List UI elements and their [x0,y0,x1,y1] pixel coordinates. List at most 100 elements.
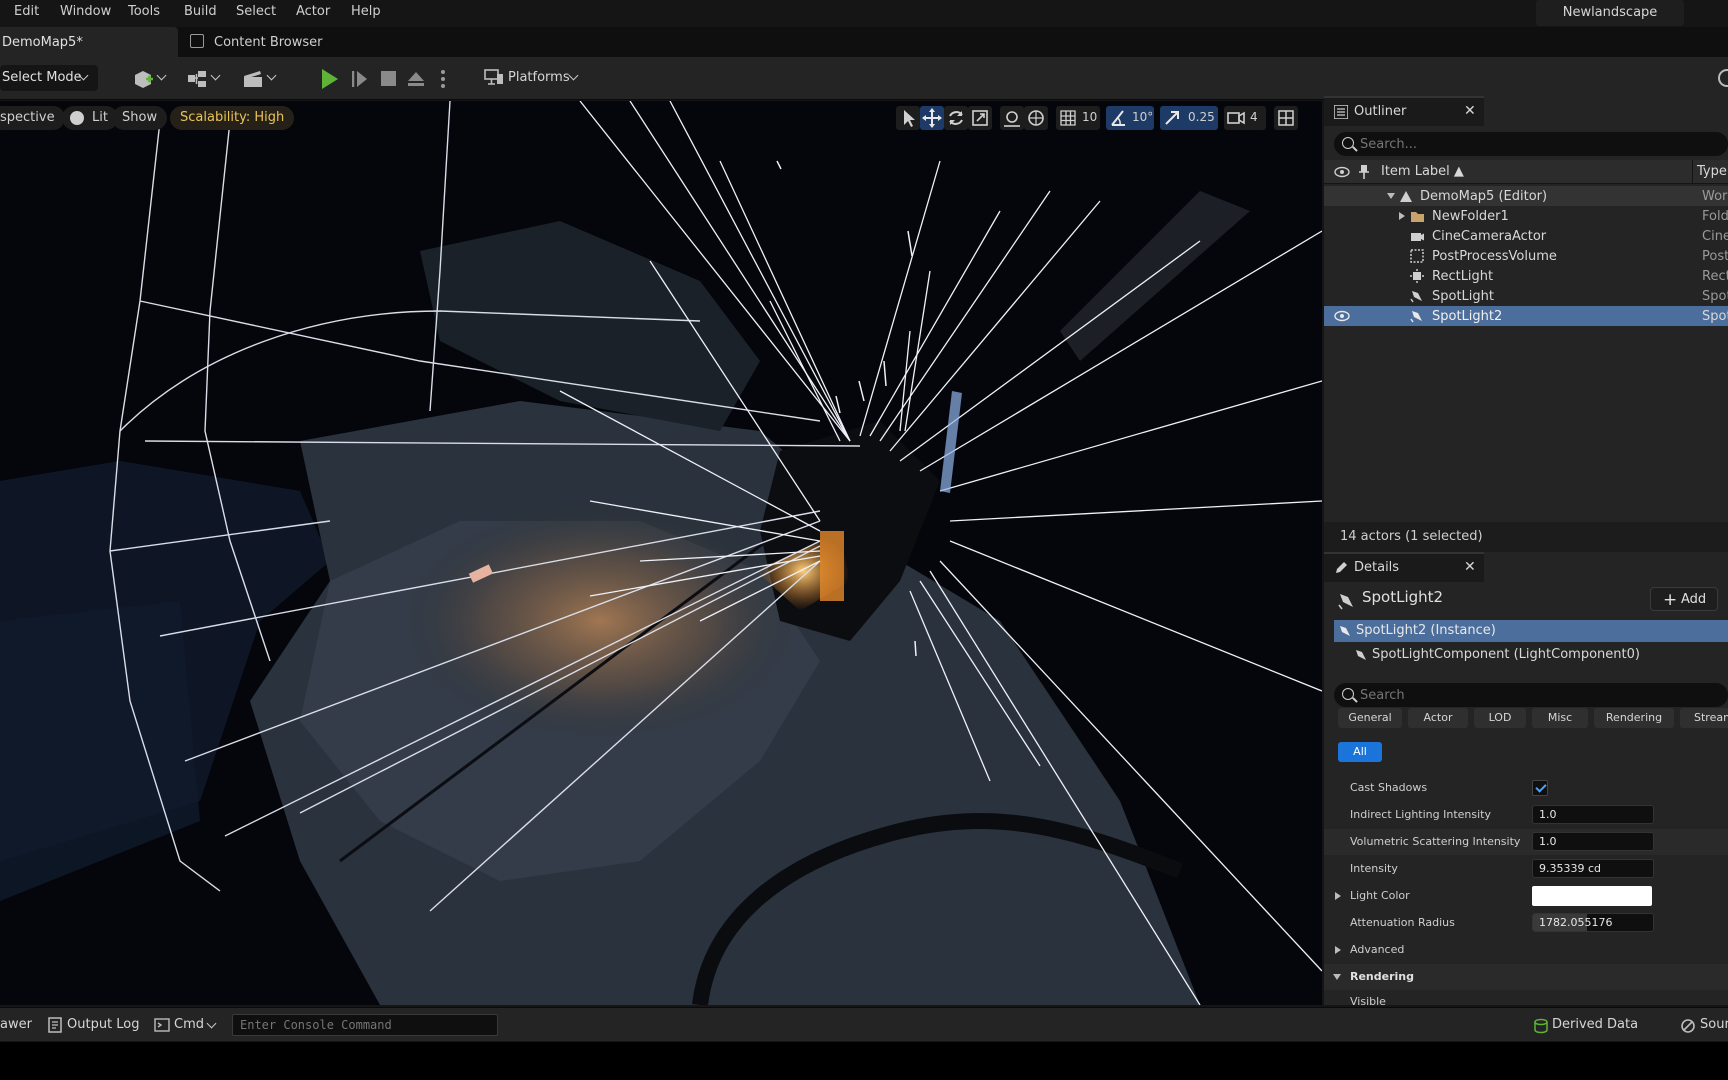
outliner-row-rectlight[interactable]: RectLight RectLight [1324,266,1728,286]
grid-snap-button[interactable]: 10 [1056,106,1100,130]
tab-content-browser[interactable]: Content Browser [186,27,356,57]
chevron-down-icon[interactable] [156,70,167,81]
filter-actor-button[interactable]: Actor [1408,708,1468,728]
details-search-input[interactable] [1360,686,1720,704]
outliner-row-spotlight2[interactable]: SpotLight2 SpotLight [1324,306,1728,326]
expand-arrow-icon[interactable] [1399,212,1405,220]
rotate-tool-button[interactable] [944,106,968,130]
close-icon[interactable]: ✕ [1464,103,1476,119]
cinematics-clapper-icon[interactable] [242,69,264,89]
surface-snap-button[interactable] [1000,106,1024,130]
type-column[interactable]: Type [1697,164,1727,179]
menu-select[interactable]: Select [236,4,276,19]
indirect-lighting-field[interactable]: 1.0 [1532,805,1654,824]
scale-snap-button[interactable]: 0.25 [1160,106,1218,130]
cast-shadows-checkbox[interactable] [1532,780,1548,796]
filter-general-button[interactable]: General [1338,708,1402,728]
light-color-swatch[interactable] [1532,886,1652,906]
details-actor-name[interactable]: SpotLight2 [1362,588,1443,606]
select-tool-button[interactable] [896,106,920,130]
filter-rendering-button[interactable]: Rendering [1594,708,1674,728]
menu-tools[interactable]: Tools [128,4,160,19]
add-actor-icon[interactable] [132,69,154,89]
content-drawer-button[interactable]: awer [0,1017,32,1032]
viewport-perspective-button[interactable]: spective [0,106,65,130]
derived-data-button[interactable]: Derived Data [1552,1017,1638,1032]
expand-arrow-icon[interactable] [1335,892,1341,900]
outliner-row-folder[interactable]: NewFolder1 Folder [1324,206,1728,226]
viewport-lit-button[interactable]: Lit [62,106,118,130]
translate-tool-button[interactable] [920,106,944,130]
camera-icon [1227,111,1245,125]
menu-window[interactable]: Window [60,4,111,19]
level-viewport[interactable]: spective Lit Show Scalability: High 10 1… [0,101,1322,1005]
chevron-down-icon[interactable] [206,1018,217,1029]
viewport-scalability-button[interactable]: Scalability: High [170,106,295,130]
outliner-row-spotlight[interactable]: SpotLight SpotLight [1324,286,1728,306]
filter-streaming-button[interactable]: Streaming [1680,708,1728,728]
outliner-search-input[interactable] [1360,135,1720,153]
menu-help[interactable]: Help [351,4,381,19]
menu-actor[interactable]: Actor [296,4,330,19]
select-mode-dropdown[interactable]: Select Mode [0,65,98,91]
console-command-input[interactable] [232,1014,498,1036]
section-rendering[interactable]: Rendering [1324,964,1728,990]
row-label: SpotLight [1432,289,1494,304]
settings-gear-icon[interactable] [1718,69,1728,87]
tab-level-demomap5[interactable]: DemoMap5* [0,27,178,57]
outliner-search[interactable] [1334,132,1728,156]
expand-arrow-icon[interactable] [1335,946,1341,954]
blueprint-icon[interactable] [186,69,208,89]
output-log-button[interactable]: Output Log [67,1017,140,1032]
outliner-row-world[interactable]: DemoMap5 (Editor) World [1324,186,1728,206]
column-divider[interactable] [1692,160,1693,184]
outliner-tab[interactable]: Outliner ✕ [1324,96,1484,126]
outliner-row-postprocess[interactable]: PostProcessVolume PostProcessVolume [1324,246,1728,266]
world-local-button[interactable] [1024,106,1048,130]
add-component-button[interactable]: + Add [1650,587,1718,611]
component-child-row[interactable]: SpotLightComponent (LightComponent0) [1334,644,1728,666]
bottom-status-bar: awer Output Log Cmd Derived Data Sour [0,1007,1728,1041]
surface-snap-icon [1004,111,1020,127]
filter-all-button[interactable]: All [1338,742,1382,762]
source-control-button[interactable]: Sour [1700,1017,1728,1032]
filter-misc-button[interactable]: Misc [1532,708,1588,728]
attenuation-radius-field[interactable]: 1782.055176 [1532,913,1654,932]
viewport-scene[interactable] [0,101,1322,1005]
cmd-dropdown[interactable]: Cmd [174,1017,204,1032]
filter-lod-button[interactable]: LOD [1474,708,1526,728]
viewport-show-button[interactable]: Show [112,106,168,130]
camera-speed-button[interactable]: 4 [1224,106,1266,130]
collapse-arrow-icon[interactable] [1333,974,1341,980]
expand-arrow-icon[interactable] [1387,193,1395,199]
cursor-arrow-icon [904,110,915,127]
details-tab[interactable]: Details ✕ [1324,552,1484,582]
eye-icon[interactable] [1334,310,1350,322]
close-icon[interactable]: ✕ [1464,559,1476,575]
details-search[interactable] [1334,683,1728,707]
menu-build[interactable]: Build [184,4,217,19]
menu-edit[interactable]: Edit [14,4,39,19]
scale-tool-button[interactable] [968,106,992,130]
project-name-badge[interactable]: Newlandscape [1536,0,1684,26]
rotation-snap-button[interactable]: 10° [1106,106,1154,130]
eye-icon[interactable] [1334,165,1350,179]
chevron-down-icon[interactable] [266,70,277,81]
more-options-icon[interactable] [441,68,445,90]
eject-icon[interactable] [406,69,426,89]
tab-level-label: DemoMap5* [2,35,83,50]
component-instance-row[interactable]: SpotLight2 (Instance) [1334,620,1728,642]
platforms-dropdown[interactable]: Platforms [484,65,584,91]
outliner-row-cinecamera[interactable]: CineCameraActor CineCameraActor [1324,226,1728,246]
angle-icon [1111,110,1125,126]
stop-icon[interactable] [381,71,396,86]
play-icon[interactable] [322,69,338,89]
advance-frame-icon[interactable] [352,69,368,89]
pin-icon[interactable] [1358,164,1370,180]
volumetric-scattering-field[interactable]: 1.0 [1532,832,1654,851]
section-advanced[interactable]: Advanced [1324,937,1728,963]
chevron-down-icon[interactable] [210,70,221,81]
intensity-field[interactable]: 9.35339 cd [1532,859,1654,878]
viewport-layout-button[interactable] [1274,106,1298,130]
item-label-column[interactable]: Item Label ▲ [1381,164,1464,179]
